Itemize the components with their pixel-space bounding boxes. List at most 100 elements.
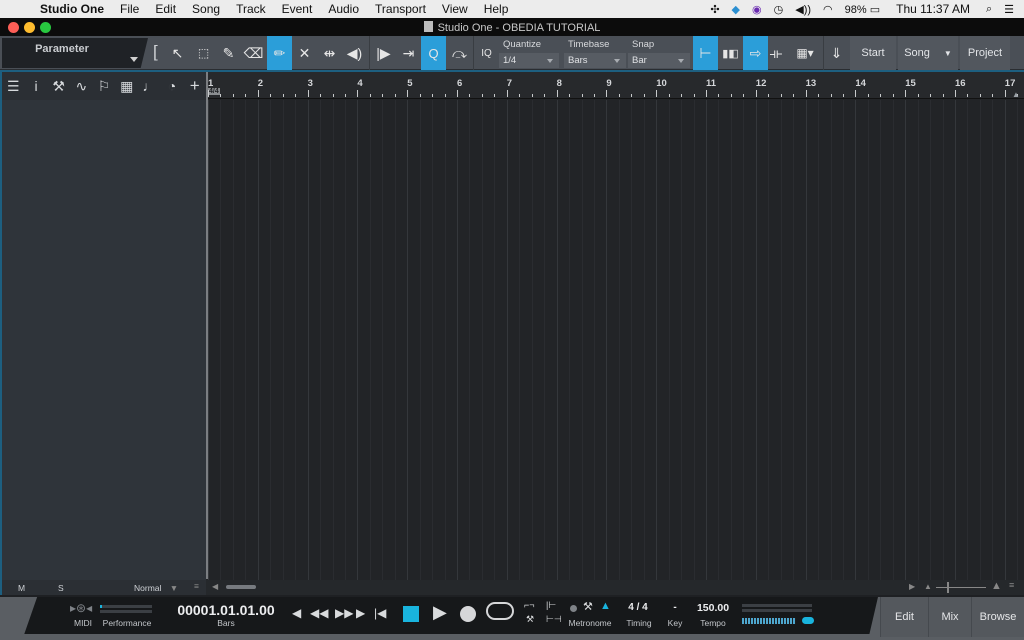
bend-tool[interactable]: ⇹ [317, 36, 342, 70]
start-button[interactable]: Start [850, 36, 896, 70]
score-icon[interactable]: ♩ [138, 78, 161, 94]
scroll-right-icon[interactable]: ▶ [909, 582, 915, 591]
parameter-dropdown[interactable]: Parameter [2, 38, 148, 68]
monitor-toggle[interactable] [802, 617, 814, 624]
beat-tick [369, 94, 371, 97]
horizontal-scroll-thumb[interactable] [226, 585, 256, 589]
bar-number: 1 [208, 78, 214, 89]
zoom-in-icon[interactable]: ▲ [991, 580, 1002, 592]
dropbox-icon[interactable]: ✣ [704, 3, 725, 16]
scroll-up-icon[interactable]: ▲ [1012, 90, 1020, 99]
edit-view-button[interactable]: Edit [880, 597, 928, 637]
split-tool[interactable]: ✎ [216, 36, 241, 70]
key-value[interactable]: - [665, 602, 685, 613]
menu-app-name[interactable]: Studio One [36, 0, 112, 18]
groove-button[interactable]: ⤼ [447, 36, 472, 70]
snap-select[interactable]: Bar [628, 53, 690, 68]
menu-view[interactable]: View [434, 0, 476, 18]
record-button[interactable] [460, 606, 476, 622]
ripple-edit-button[interactable]: |▶ [371, 36, 396, 70]
autoscroll-button[interactable]: ⊢ [693, 36, 718, 70]
zoom-slider-handle[interactable] [947, 582, 949, 593]
marker-icon[interactable]: ⚐ [93, 78, 116, 95]
list-icon[interactable]: ≡ [194, 581, 199, 591]
paint-tool[interactable]: ✏ [267, 36, 292, 70]
quantize-button[interactable]: Q [421, 36, 446, 70]
info-icon[interactable]: i [25, 78, 48, 94]
arrow-tool[interactable]: ↖ [165, 36, 190, 70]
mode-select[interactable]: Normal ▼ [134, 583, 178, 593]
preroll-icon[interactable]: ⊢⊣ [546, 614, 562, 625]
split-view-button[interactable]: ⟛ [766, 36, 786, 70]
position-display[interactable]: 00001.01.01.00 [166, 602, 286, 618]
timing-value[interactable]: 4 / 4 [620, 602, 656, 613]
menu-icon[interactable]: ≡ [1009, 580, 1014, 590]
beat-tick [917, 94, 919, 97]
listen-tool[interactable]: ◀) [342, 36, 367, 70]
project-button[interactable]: Project [960, 36, 1010, 70]
beat-gridline [382, 100, 384, 580]
spotlight-icon[interactable]: ⌕ [980, 3, 998, 16]
sync-icon[interactable]: ◉ [746, 3, 768, 16]
universal-audio-icon[interactable]: ◆ [726, 3, 746, 16]
solo-button[interactable]: S [58, 583, 64, 593]
follow-edit-button[interactable]: ▮◧ [718, 36, 743, 70]
notification-center-icon[interactable]: ☰ [998, 3, 1024, 16]
mute-tool[interactable]: ✕ [292, 36, 317, 70]
menu-song[interactable]: Song [184, 0, 228, 18]
rewind-start-icon[interactable]: ◀ [292, 606, 301, 620]
timeline-ruler[interactable]: 4/4 1 2 3 4 5 6 7 8 9 10 11 12 13 14 15 16 17 [206, 72, 1024, 99]
arrange-view[interactable]: 4/4 1 2 3 4 5 6 7 8 9 10 11 12 13 14 15 16 17 ▲ [206, 70, 1024, 595]
tempo-value[interactable]: 150.00 [690, 602, 736, 614]
song-button[interactable]: Song ▼ [898, 36, 958, 70]
battery-status[interactable]: 98% ▭ [839, 3, 886, 16]
add-icon[interactable]: + [183, 76, 206, 96]
tempo-icon[interactable]: ◔ [161, 78, 184, 94]
midi-icon[interactable]: ▸⊛◂ [70, 601, 92, 615]
rewind-icon[interactable]: ◀◀ [310, 606, 328, 620]
punch-icon[interactable]: |⊢ [546, 600, 556, 611]
time-machine-icon[interactable]: ◷ [768, 3, 790, 16]
eraser-tool[interactable]: ⌫ [241, 36, 266, 70]
iq-button[interactable]: IQ [474, 36, 499, 70]
grid-options-button[interactable]: ▦▾ [787, 36, 823, 70]
slip-edit-button[interactable]: ⇥ [396, 36, 421, 70]
metronome-settings-icon[interactable]: ⚒ [583, 600, 593, 613]
quantize-select[interactable]: 1/4 [499, 53, 559, 68]
autopunch-icon[interactable]: ⚒ [526, 614, 534, 625]
wrench-icon[interactable]: ⚒ [47, 78, 70, 95]
chevron-down-icon [130, 57, 138, 62]
timebase-select[interactable]: Bars [564, 53, 626, 68]
zoom-out-icon[interactable]: ▲ [924, 582, 932, 591]
menu-track[interactable]: Track [228, 0, 274, 18]
range-tool[interactable]: ⬚ [191, 36, 216, 70]
return-to-zero-icon[interactable]: |◀ [374, 606, 386, 620]
menu-icon[interactable]: ☰ [2, 78, 25, 95]
forward-icon[interactable]: ▶ [356, 606, 365, 620]
fast-forward-icon[interactable]: ▶▶ [335, 606, 353, 620]
mix-view-button[interactable]: Mix [928, 597, 971, 637]
automation-icon[interactable]: ∿ [70, 78, 93, 95]
mute-button[interactable]: M [18, 583, 25, 593]
menu-file[interactable]: File [112, 0, 147, 18]
snap-cursor-button[interactable]: ⇨ [743, 36, 768, 70]
metronome-toggle[interactable] [570, 605, 577, 612]
browse-view-button[interactable]: Browse [971, 597, 1024, 637]
stop-button[interactable] [403, 606, 419, 622]
menu-edit[interactable]: Edit [147, 0, 184, 18]
precount-icon[interactable]: ⌐¬ [524, 600, 535, 610]
chord-icon[interactable]: ▦ [115, 78, 138, 95]
metronome-icon[interactable]: ▲ [600, 600, 611, 612]
wifi-icon[interactable]: ◠ [817, 3, 839, 16]
download-arrow-icon[interactable]: ⇓ [824, 36, 849, 70]
menu-event[interactable]: Event [274, 0, 321, 18]
zoom-slider[interactable] [936, 587, 986, 588]
menu-transport[interactable]: Transport [367, 0, 434, 18]
play-button[interactable]: ▶ [433, 602, 447, 623]
scroll-left-icon[interactable]: ◀ [212, 582, 218, 591]
menu-help[interactable]: Help [476, 0, 517, 18]
loop-button[interactable] [486, 602, 514, 620]
menu-audio[interactable]: Audio [320, 0, 367, 18]
volume-icon[interactable]: ◀)) [789, 3, 817, 16]
clock[interactable]: Thu 11:37 AM [886, 2, 980, 16]
